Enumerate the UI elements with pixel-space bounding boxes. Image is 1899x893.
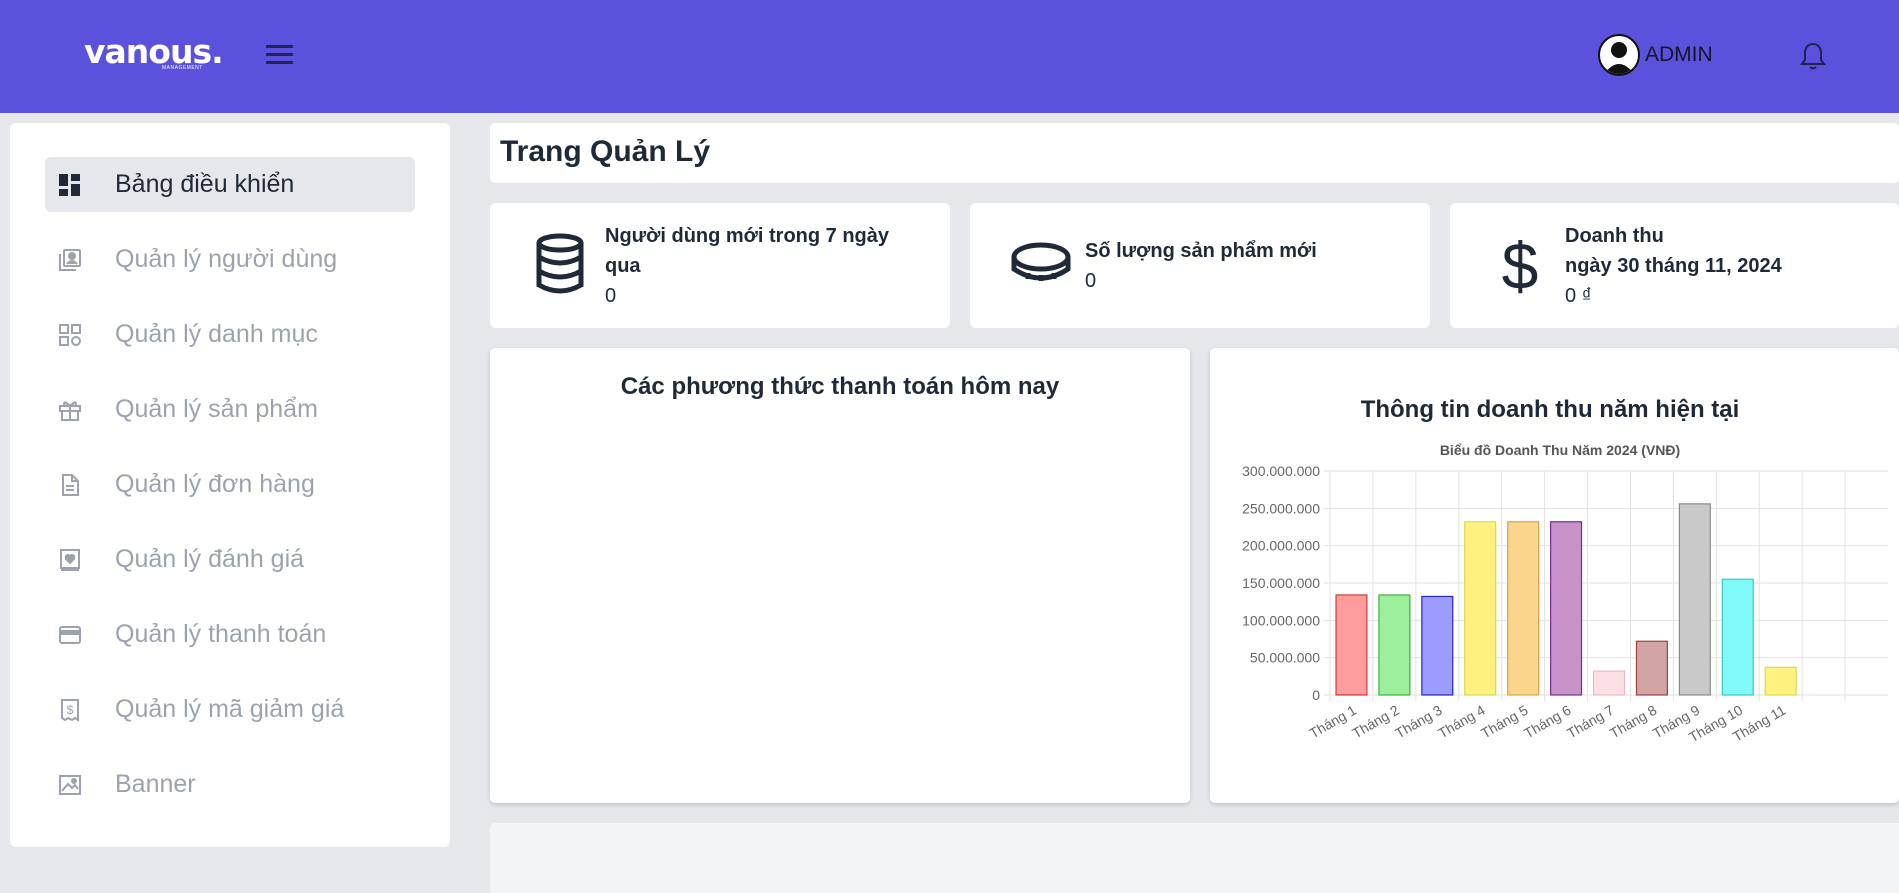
sidebar-item-orders[interactable]: Quản lý đơn hàng [45,457,415,512]
sidebar-item-dashboard[interactable]: Bảng điều khiển [45,157,415,212]
revenue-bar-chart: Biểu đồ Doanh Thu Năm 2024 (VNĐ) 0 50.000… [1242,442,1888,745]
sidebar-item-label: Quản lý sản phẩm [115,395,318,423]
sidebar-item-label: Banner [115,770,196,798]
chart-bar [1335,594,1368,696]
document-icon [57,472,83,498]
chart-bar [1721,578,1754,696]
user-avatar-icon [1598,34,1640,76]
svg-text:$: $ [67,703,74,717]
sidebar-item-label: Quản lý danh mục [115,320,318,348]
stat-date: ngày 30 tháng 11, 2024 [1565,255,1782,277]
logo-subtitle: MANAGEMENT [162,65,203,71]
stat-card-new-users: Người dùng mới trong 7 ngày qua 0 [490,203,950,328]
dollar-icon: $ [1498,229,1554,303]
chart-bar [1635,640,1668,696]
sidebar-item-reviews[interactable]: Quản lý đánh giá [45,532,415,587]
sidebar-item-products[interactable]: Quản lý sản phẩm [45,382,415,437]
sidebar-item-banner[interactable]: Banner [45,757,415,812]
x-tick-label: Tháng 8 [1607,702,1660,742]
sidebar-item-label: Quản lý mã giảm giá [115,695,345,723]
coupon-receipt-icon: $ [57,697,83,723]
sidebar-item-payments[interactable]: Quản lý thanh toán [45,607,415,662]
chart-bar [1550,521,1583,696]
sidebar-item-categories[interactable]: Quản lý danh mục [45,307,415,362]
y-tick-label: 150.000.000 [1242,575,1320,591]
stat-label: Doanh thu [1565,225,1664,247]
stat-value: 0 [605,285,617,307]
hamburger-menu-icon[interactable] [266,45,293,65]
svg-text:$: $ [1502,233,1539,295]
sidebar-item-label: Quản lý đơn hàng [115,470,315,498]
sidebar-item-label: Bảng điều khiển [115,170,295,198]
chart-bar [1678,503,1711,696]
sidebar: Bảng điều khiển Quản lý người dùng Quản … [10,123,450,847]
x-tick-label: Tháng 6 [1521,702,1574,742]
sidebar-item-label: Quản lý đánh giá [115,545,305,573]
sidebar-item-coupons[interactable]: $ Quản lý mã giảm giá [45,682,415,737]
sidebar-item-users[interactable]: Quản lý người dùng [45,232,415,287]
chart-bar [1421,595,1454,696]
chart-bar [1464,521,1497,696]
y-tick-label: 250.000.000 [1242,500,1320,516]
stat-card-revenue: $ Doanh thu ngày 30 tháng 11, 2024 0 ₫ [1450,203,1899,328]
stat-value: 0 [1085,270,1097,292]
y-tick-label: 50.000.000 [1250,650,1320,666]
brand-logo[interactable]: vanous. MANAGEMENT [84,32,224,72]
chart-bar [1764,666,1797,696]
x-tick-label: Tháng 5 [1478,702,1531,742]
stat-label: Người dùng mới trong 7 ngày qua [605,225,890,277]
x-tick-label: Tháng 2 [1349,702,1402,742]
chart-title: Biểu đồ Doanh Thu Năm 2024 (VNĐ) [1440,442,1680,458]
grid-icon [57,322,83,348]
review-heart-icon [57,547,83,573]
chart-bar [1592,670,1626,696]
sidebar-item-label: Quản lý người dùng [115,245,338,273]
y-tick-label: 200.000.000 [1242,538,1320,554]
sidebar-item-label: Quản lý thanh toán [115,620,327,648]
user-name: ADMIN [1645,43,1713,66]
chart-bar [1507,521,1540,696]
x-tick-label: Tháng 1 [1306,702,1359,742]
stat-value: 0 ₫ [1565,285,1592,307]
stat-card-new-products: Số lượng sản phẩm mới 0 [970,203,1430,328]
credit-card-icon [57,622,83,648]
user-menu[interactable]: ADMIN [1598,34,1713,76]
database-icon [532,233,588,295]
y-tick-label: 300.000.000 [1242,463,1320,479]
gift-icon [57,397,83,423]
y-tick-label: 0 [1312,687,1320,703]
x-tick-label: Tháng 3 [1392,702,1445,742]
panel-title: Các phương thức thanh toán hôm nay [620,373,1060,400]
revenue-chart-panel: Thông tin doanh thu năm hiện tại Biểu đồ… [1210,348,1899,803]
user-card-icon [57,247,83,273]
chart-bar [1378,594,1411,696]
top-bar: vanous. MANAGEMENT ADMIN [0,0,1899,113]
dashboard-icon [57,172,83,198]
x-tick-label: Tháng 4 [1435,702,1488,742]
payment-methods-panel: Các phương thức thanh toán hôm nay [490,348,1190,803]
image-icon [57,772,83,798]
stat-label: Số lượng sản phẩm mới [1085,240,1317,262]
coin-icon [1010,241,1072,303]
page-title-bar: Trang Quản Lý [490,123,1899,183]
notification-bell-icon[interactable] [1797,40,1829,72]
page-title: Trang Quản Lý [500,135,711,168]
y-tick-label: 100.000.000 [1242,612,1320,628]
bottom-section [490,823,1899,893]
x-tick-label: Tháng 7 [1564,702,1617,742]
